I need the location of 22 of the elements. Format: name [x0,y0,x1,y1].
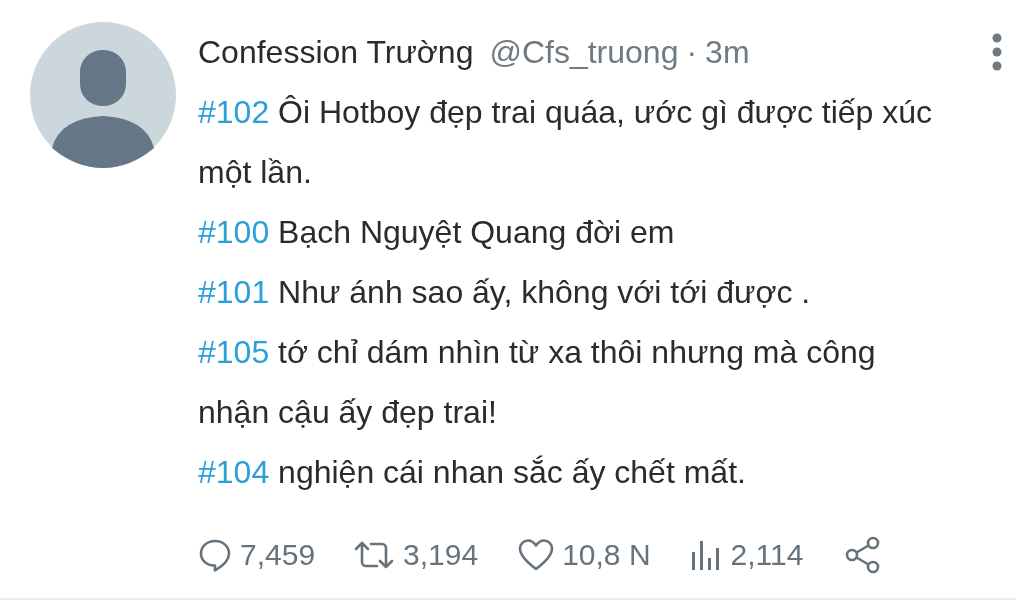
hashtag-link[interactable]: #105 [198,334,270,370]
hashtag-link[interactable]: #100 [198,214,270,250]
post-line: #102 Ôi Hotboy đẹp trai quáa, ước gì được tiếp xúc một lần. [198,93,934,192]
reply-button[interactable]: 7,459 [198,532,316,577]
hashtag-link[interactable]: #104 [198,454,270,490]
post-line: #104 nghiện cái nhan sắc ấy chết mất. [198,453,747,492]
views-button[interactable]: 2,114 [688,532,804,577]
reply-icon [198,537,232,572]
post-line: #100 Bạch Nguyệt Quang đời em [198,213,676,252]
more-menu-icon[interactable] [990,32,1004,72]
heart-icon [518,537,555,572]
handle[interactable]: @Cfs_truong [489,28,679,76]
retweet-button[interactable]: 3,194 [353,532,479,577]
hashtag-link[interactable]: #101 [198,274,270,310]
post-line: #105 tớ chỉ dám nhìn từ xa thôi nhưng mà công nhận cậu ấy đẹp trai! [198,333,877,432]
timestamp[interactable]: 3m [705,28,750,76]
author-name[interactable]: Confession Trường [198,28,474,76]
avatar-icon [30,22,176,168]
post-line: #101 Như ánh sao ấy, không với tới được . [198,273,812,312]
separator: · [686,33,698,72]
hashtag-link[interactable]: #102 [198,94,270,130]
like-button[interactable]: 10,8 N [518,532,651,577]
